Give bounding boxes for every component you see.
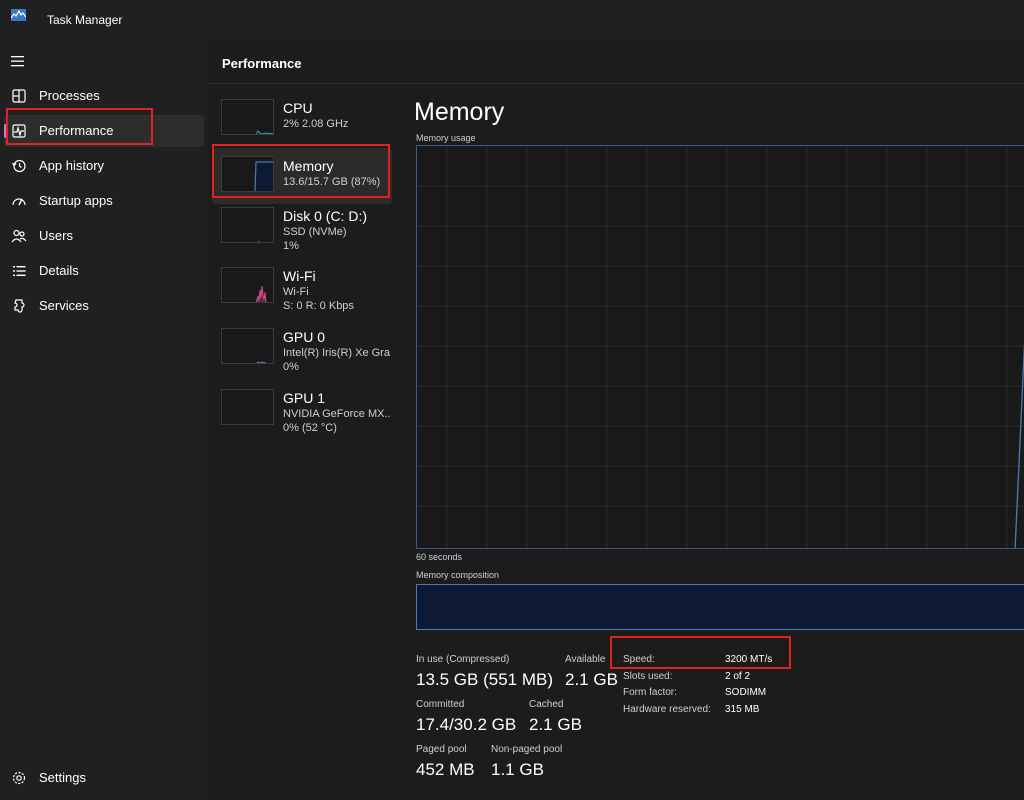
available-value: 2.1 GB — [565, 670, 618, 689]
nav-label: Details — [39, 263, 79, 278]
title-bar: Task Manager — [0, 0, 1024, 40]
app-title: Task Manager — [47, 13, 123, 27]
highlight-speed — [610, 636, 791, 669]
nav-label: Users — [39, 228, 73, 243]
cached-label: Cached — [529, 699, 564, 710]
slots-used-value: 2 of 2 — [725, 671, 751, 682]
device-disk[interactable]: Disk 0 (C: D:) SSD (NVMe) 1% — [212, 202, 392, 258]
paged-pool-label: Paged pool — [416, 744, 467, 755]
sidebar: Processes Performance App history Startu… — [0, 40, 208, 800]
hardware-reserved-label: Hardware reserved: — [623, 704, 711, 715]
composition-label: Memory composition — [416, 570, 500, 580]
committed-value: 17.4/30.2 GB — [416, 715, 517, 734]
page-title: Performance — [222, 56, 302, 71]
gpu0-thumbnail — [221, 328, 274, 364]
device-detail: NVIDIA GeForce MX... — [283, 408, 391, 420]
time-span-label: 60 seconds — [416, 552, 463, 562]
gpu1-thumbnail — [221, 389, 274, 425]
nav-label: Processes — [39, 88, 100, 103]
device-detail: Intel(R) Iris(R) Xe Gra... — [283, 347, 391, 359]
paged-pool-value: 452 MB — [416, 760, 475, 779]
users-icon — [11, 229, 27, 243]
nav-settings[interactable]: Settings — [4, 762, 204, 794]
non-paged-pool-label: Non-paged pool — [491, 744, 563, 755]
nav-users[interactable]: Users — [4, 220, 204, 252]
nav-label: App history — [39, 158, 105, 173]
processes-icon — [12, 89, 26, 103]
cpu-thumbnail — [221, 99, 274, 135]
startup-icon — [12, 198, 26, 206]
disk-thumbnail — [221, 207, 274, 243]
device-detail: 0% — [283, 361, 299, 373]
device-detail: S: 0 R: 0 Kbps — [283, 300, 354, 312]
nav-label: Settings — [39, 770, 86, 785]
device-name: Disk 0 (C: D:) — [283, 208, 367, 224]
cached-value: 2.1 GB — [529, 715, 582, 734]
hamburger-menu-icon[interactable] — [11, 55, 25, 67]
gear-icon — [12, 771, 26, 785]
memory-usage-label: Memory usage — [416, 133, 476, 143]
memory-title: Memory — [414, 98, 505, 126]
nav-app-history[interactable]: App history — [4, 150, 204, 182]
available-label: Available — [565, 654, 606, 665]
non-paged-pool-value: 1.1 GB — [491, 760, 544, 779]
device-name: GPU 1 — [283, 390, 326, 406]
memory-usage-graph — [416, 145, 1024, 549]
task-manager-icon — [11, 9, 26, 21]
device-detail: 0% (52 °C) — [283, 422, 337, 434]
device-name: GPU 0 — [283, 329, 326, 345]
in-use-label: In use (Compressed) — [416, 654, 510, 665]
services-icon — [14, 299, 25, 313]
device-detail: 2% 2.08 GHz — [283, 118, 349, 130]
device-detail: 1% — [283, 240, 299, 252]
device-gpu0[interactable]: GPU 0 Intel(R) Iris(R) Xe Gra... 0% — [212, 323, 392, 379]
highlight-memory — [212, 144, 390, 198]
form-factor-value: SODIMM — [725, 687, 767, 698]
device-detail: SSD (NVMe) — [283, 226, 347, 238]
device-cpu[interactable]: CPU 2% 2.08 GHz — [212, 94, 392, 150]
main-header: Performance — [208, 40, 1024, 84]
device-name: Wi-Fi — [283, 268, 316, 284]
slots-used-label: Slots used: — [623, 671, 673, 682]
hardware-reserved-value: 315 MB — [725, 704, 760, 715]
wifi-thumbnail — [221, 267, 274, 303]
nav-details[interactable]: Details — [4, 255, 204, 287]
nav-label: Startup apps — [39, 193, 113, 208]
main-panel: Performance CPU 2% 2.08 GHz Memory 13.6/… — [208, 40, 1024, 800]
committed-label: Committed — [416, 699, 465, 710]
in-use-value: 13.5 GB (551 MB) — [416, 670, 554, 689]
details-icon — [13, 266, 26, 276]
device-detail: Wi-Fi — [283, 286, 309, 298]
history-icon — [11, 159, 26, 173]
device-wifi[interactable]: Wi-Fi Wi-Fi S: 0 R: 0 Kbps — [212, 262, 392, 318]
highlight-performance — [6, 108, 153, 145]
form-factor-label: Form factor: — [623, 687, 677, 698]
memory-composition-bar — [416, 584, 1024, 630]
nav-startup-apps[interactable]: Startup apps — [4, 185, 204, 217]
nav-label: Services — [39, 298, 89, 313]
device-name: CPU — [283, 100, 313, 116]
nav-services[interactable]: Services — [4, 290, 204, 322]
device-gpu1[interactable]: GPU 1 NVIDIA GeForce MX... 0% (52 °C) — [212, 384, 392, 440]
